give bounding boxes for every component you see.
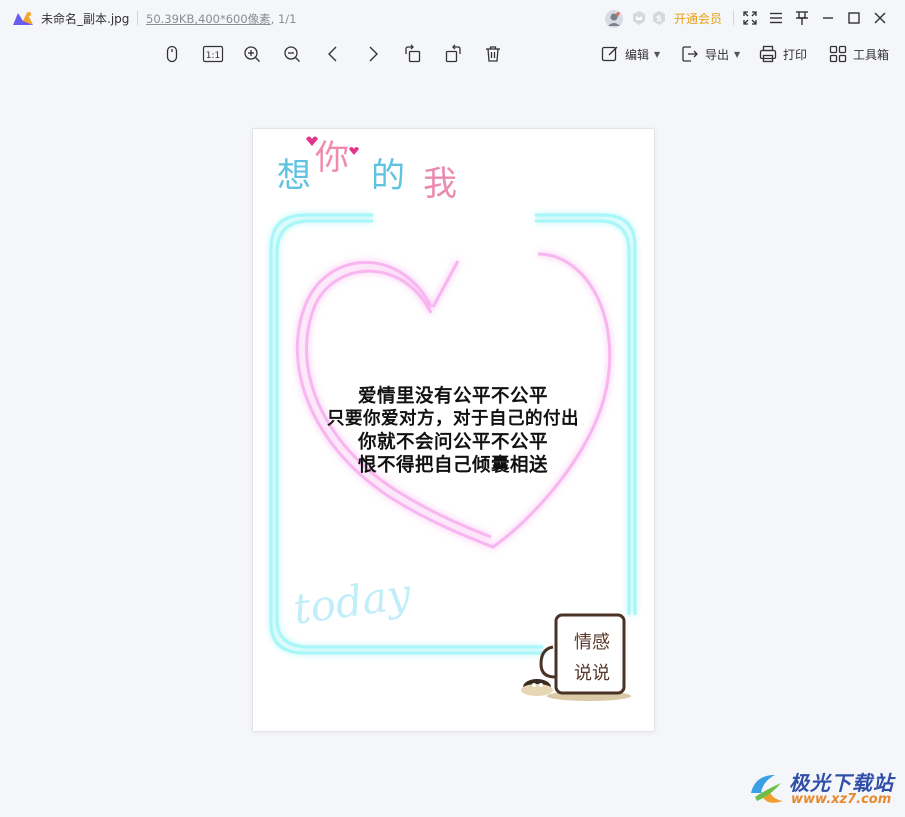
pin-icon[interactable] <box>794 10 810 26</box>
delete-button[interactable] <box>483 42 503 66</box>
poem-line: 只要你爱对方，对于自己的付出 <box>327 409 579 429</box>
mouse-icon <box>166 45 178 63</box>
edit-button[interactable]: 编辑 ▼ <box>600 42 660 66</box>
chevron-right-icon <box>369 46 378 62</box>
minimize-icon[interactable] <box>820 10 836 26</box>
zoom-in-button[interactable] <box>242 42 262 66</box>
export-label: 导出 <box>705 47 730 62</box>
close-icon[interactable] <box>872 10 888 26</box>
divider <box>733 11 734 25</box>
image-dimensions: ,400*600像素 <box>194 12 271 26</box>
rotate-right-button[interactable] <box>443 42 463 66</box>
caret-down-icon: ▼ <box>654 49 661 59</box>
next-button[interactable] <box>363 42 383 66</box>
rotate-left-button[interactable] <box>403 42 423 66</box>
poem-line: 恨不得把自己倾囊相送 <box>357 455 548 476</box>
rotate-right-icon <box>445 44 461 63</box>
poem-text: 爱情里没有公平不公平 只要你爱对方，对于自己的付出 你就不会问公平不公平 恨不得… <box>293 385 613 477</box>
mug-label: 情感 说说 <box>565 627 619 689</box>
actual-size-icon: 1:1 <box>202 45 224 63</box>
zoom-out-icon <box>284 46 300 62</box>
script-word: today <box>290 569 415 634</box>
poem-line: 爱情里没有公平不公平 <box>357 386 548 407</box>
actual-size-button[interactable]: 1:1 <box>202 42 224 66</box>
zoom-in-icon <box>244 46 260 62</box>
toolbox-label: 工具箱 <box>853 47 890 62</box>
mug-line: 说说 <box>574 663 610 684</box>
zoom-out-button[interactable] <box>282 42 302 66</box>
avatar[interactable] <box>604 9 624 29</box>
open-vip-link[interactable]: 开通会员 <box>674 10 722 27</box>
svg-text:S: S <box>656 15 662 24</box>
file-name: 未命名_副本.jpg <box>41 12 130 26</box>
toolbox-button[interactable]: 工具箱 <box>828 42 889 66</box>
badge-s-icon[interactable]: S <box>651 10 667 26</box>
grid-icon <box>829 45 847 63</box>
actual-size-label: 1:1 <box>206 51 220 61</box>
file-size[interactable]: 50.39KB <box>146 12 194 26</box>
fullscreen-icon[interactable] <box>742 10 758 26</box>
app-logo-icon <box>13 12 33 25</box>
title-art-char-2: 你 <box>315 138 349 178</box>
print-button[interactable]: 打印 <box>758 42 807 66</box>
menu-icon[interactable] <box>768 10 784 26</box>
trash-icon <box>486 46 500 62</box>
badge-crown-icon[interactable] <box>631 10 647 26</box>
edit-icon <box>601 46 618 62</box>
printer-icon <box>759 45 777 63</box>
export-button[interactable]: 导出 ▼ <box>680 42 740 66</box>
page-index: 1/1 <box>277 12 297 26</box>
mug-line: 情感 <box>574 632 610 653</box>
mouse-mode-button[interactable] <box>162 42 182 66</box>
title-art-char-1: 想 <box>277 156 311 196</box>
edit-label: 编辑 <box>625 47 650 62</box>
export-icon <box>682 46 698 62</box>
title-art-char-4: 我 <box>423 164 457 204</box>
heart-icon <box>349 147 359 155</box>
title-art: 想 你 的 我 <box>277 136 457 204</box>
poem-line: 你就不会问公平不公平 <box>357 432 548 453</box>
watermark-url: www.xz7.com <box>791 792 892 807</box>
divider <box>137 11 138 25</box>
chevron-left-icon <box>328 46 337 62</box>
print-label: 打印 <box>783 47 808 62</box>
file-info: 50.39KB,400*600像素, 1/1 <box>146 11 297 27</box>
title-art-char-3: 的 <box>371 156 405 196</box>
maximize-icon[interactable] <box>846 10 862 26</box>
watermark: 极光下载站 www.xz7.com <box>745 765 900 811</box>
watermark-logo-icon <box>751 775 783 803</box>
toolbar: 1:1 编辑 ▼ 导出 ▼ 打印 工具箱 <box>0 36 905 72</box>
previous-button[interactable] <box>323 42 343 66</box>
rotate-left-icon <box>405 44 421 63</box>
image-preview[interactable]: 想 你 的 我 today 爱情里没有公平不公平 只要你爱对方，对于自己的付出 … <box>253 129 654 731</box>
title-bar: 未命名_副本.jpg 50.39KB,400*600像素, 1/1 S 开通会员 <box>0 0 905 36</box>
caret-down-icon: ▼ <box>734 49 741 59</box>
info-comma: , <box>270 12 278 26</box>
